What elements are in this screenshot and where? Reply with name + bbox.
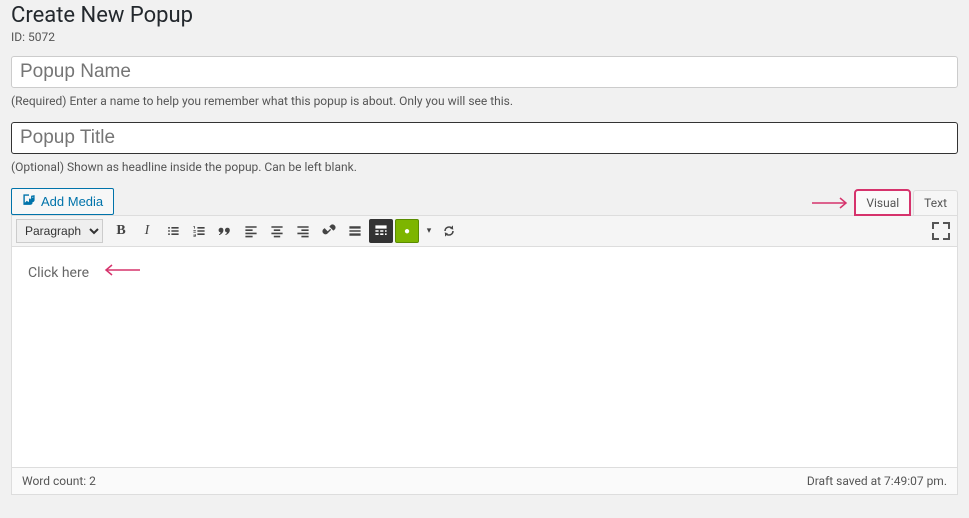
word-count-label: Word count: 2 [22, 474, 96, 488]
refresh-button[interactable] [437, 219, 461, 243]
arrow-annotation-icon [812, 196, 852, 210]
editor-statusbar: Word count: 2 Draft saved at 7:49:07 pm. [12, 467, 957, 494]
arrow-annotation-icon [100, 263, 140, 277]
add-media-label: Add Media [41, 194, 103, 209]
draft-saved-label: Draft saved at 7:49:07 pm. [807, 474, 947, 488]
align-left-button[interactable] [239, 219, 263, 243]
editor-content[interactable]: Click here [12, 247, 957, 467]
numbered-list-button[interactable] [187, 219, 211, 243]
editor-toolbar: Paragraph B I ● [12, 216, 957, 247]
toolbar-toggle-button[interactable] [369, 219, 393, 243]
shortcode-button[interactable]: ● [395, 219, 419, 243]
read-more-button[interactable] [343, 219, 367, 243]
link-button[interactable] [317, 219, 341, 243]
shortcode-dropdown-button[interactable] [421, 219, 435, 243]
popup-title-hint: (Optional) Shown as headline inside the … [11, 160, 958, 174]
blockquote-button[interactable] [213, 219, 237, 243]
fullscreen-button[interactable] [929, 219, 953, 243]
bullet-list-button[interactable] [161, 219, 185, 243]
editor-body-text: Click here [28, 265, 89, 281]
tab-text[interactable]: Text [913, 190, 958, 215]
page-title: Create New Popup [11, 3, 958, 28]
add-media-button[interactable]: Add Media [11, 188, 114, 215]
popup-name-input[interactable] [11, 56, 958, 88]
fullscreen-icon [932, 222, 950, 240]
popup-name-hint: (Required) Enter a name to help you reme… [11, 94, 958, 108]
align-center-button[interactable] [265, 219, 289, 243]
camera-music-icon [22, 193, 36, 210]
bold-button[interactable]: B [109, 219, 133, 243]
popup-id-label: ID: 5072 [11, 30, 958, 44]
tab-visual[interactable]: Visual [855, 190, 910, 215]
italic-button[interactable]: I [135, 219, 159, 243]
popup-title-input[interactable] [11, 122, 958, 154]
align-right-button[interactable] [291, 219, 315, 243]
editor-container: Paragraph B I ● [11, 215, 958, 495]
format-select[interactable]: Paragraph [16, 219, 103, 243]
